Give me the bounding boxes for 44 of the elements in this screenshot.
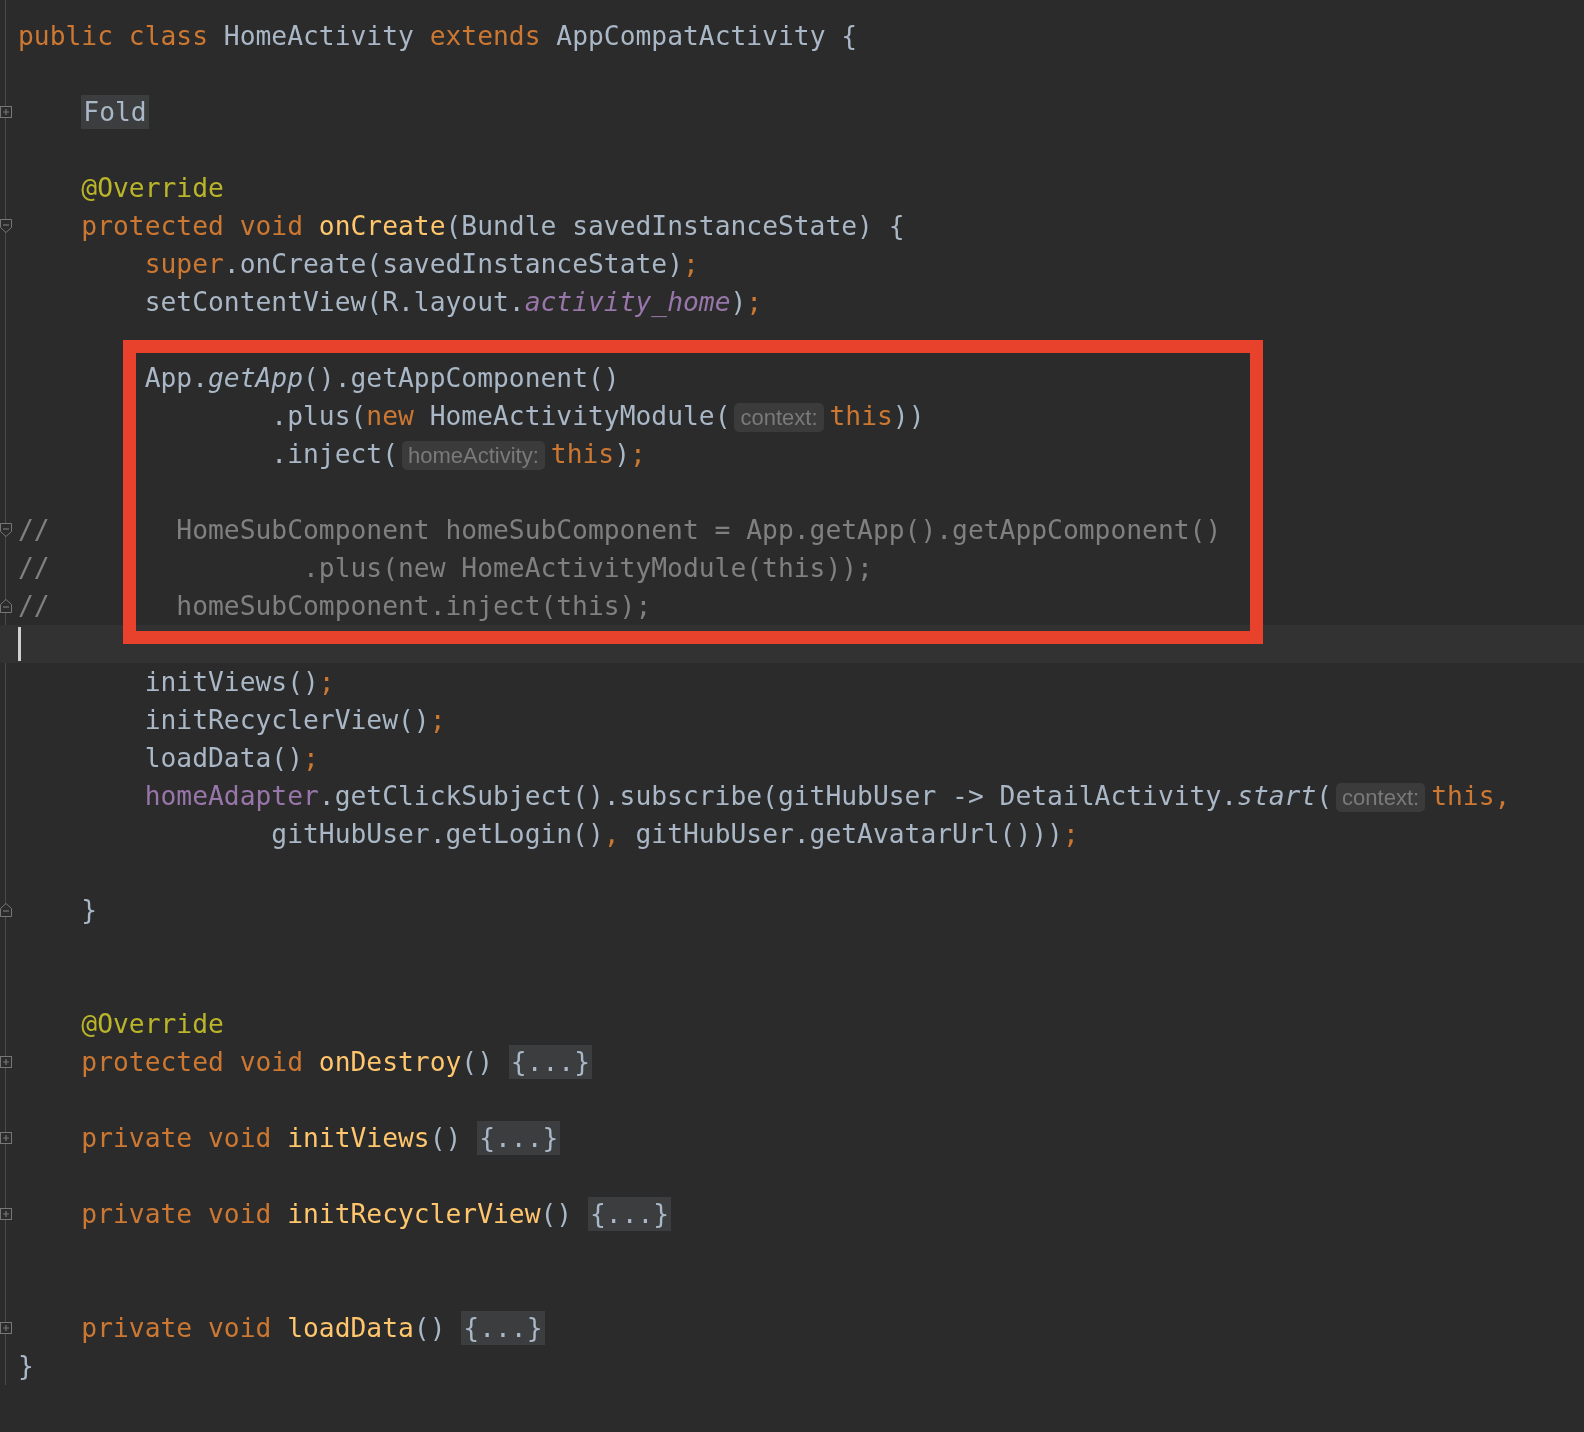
folded-code[interactable]: Fold [81,95,149,129]
code-text: @Override [80,1009,224,1039]
code-text: private void initViews() [80,1123,463,1153]
text-caret [18,627,21,661]
code-text: private void loadData() [80,1313,447,1343]
code-text: } [80,895,98,925]
code-text: public class HomeActivity extends AppCompatActivity { [18,21,858,51]
code-comment: // .plus(new HomeActivityModule(this)); [18,553,873,583]
fold-plus-icon[interactable] [0,104,12,120]
code-text: @Override [80,173,224,203]
code-text: protected void onDestroy() [80,1047,494,1077]
code-text: homeAdapter.getClickSubject().subscribe(gitHubUser -> DetailActivity.start( [143,781,1333,811]
code-text: .plus(new HomeActivityModule( [270,401,731,431]
folded-code[interactable]: {...} [508,1045,592,1079]
folded-code[interactable]: {...} [588,1197,672,1231]
code-comment: // HomeSubComponent homeSubComponent = App.getApp().getAppComponent() [18,515,1222,545]
code-text: private void initRecyclerView() [80,1199,574,1229]
code-text: gitHubUser.getLogin(), gitHubUser.getAvatarUrl())); [270,819,1079,849]
code-text: super.onCreate(savedInstanceState); [143,249,699,279]
code-comment: // homeSubComponent.inject(this); [18,591,652,621]
fold-plus-icon[interactable] [0,1130,12,1146]
code-text: setContentView(R.layout.activity_home); [143,287,763,317]
fold-plus-icon[interactable] [0,1054,12,1070]
fold-plus-icon[interactable] [0,1206,12,1222]
folded-code[interactable]: {...} [461,1311,545,1345]
fold-end-icon[interactable] [0,598,12,614]
code-text: App.getApp().getAppComponent() [143,363,620,393]
code-text: protected void onCreate(Bundle savedInstanceState) { [80,211,905,241]
code-text: initRecyclerView(); [143,705,446,735]
code-text: initViews(); [143,667,335,697]
code-text: } [18,1351,34,1381]
code-text: this)) [829,401,925,431]
parameter-hint: context: [1336,783,1426,812]
parameter-hint: context: [734,403,824,432]
fold-end-icon[interactable] [0,902,12,918]
code-text: this); [550,439,646,469]
fold-start-icon[interactable] [0,218,12,234]
fold-start-icon[interactable] [0,522,12,538]
code-text: loadData(); [143,743,319,773]
parameter-hint: homeActivity: [402,441,545,470]
code-text: this, [1431,781,1511,811]
folded-code[interactable]: {...} [477,1121,561,1155]
code-text: .inject( [270,439,398,469]
fold-plus-icon[interactable] [0,1320,12,1336]
